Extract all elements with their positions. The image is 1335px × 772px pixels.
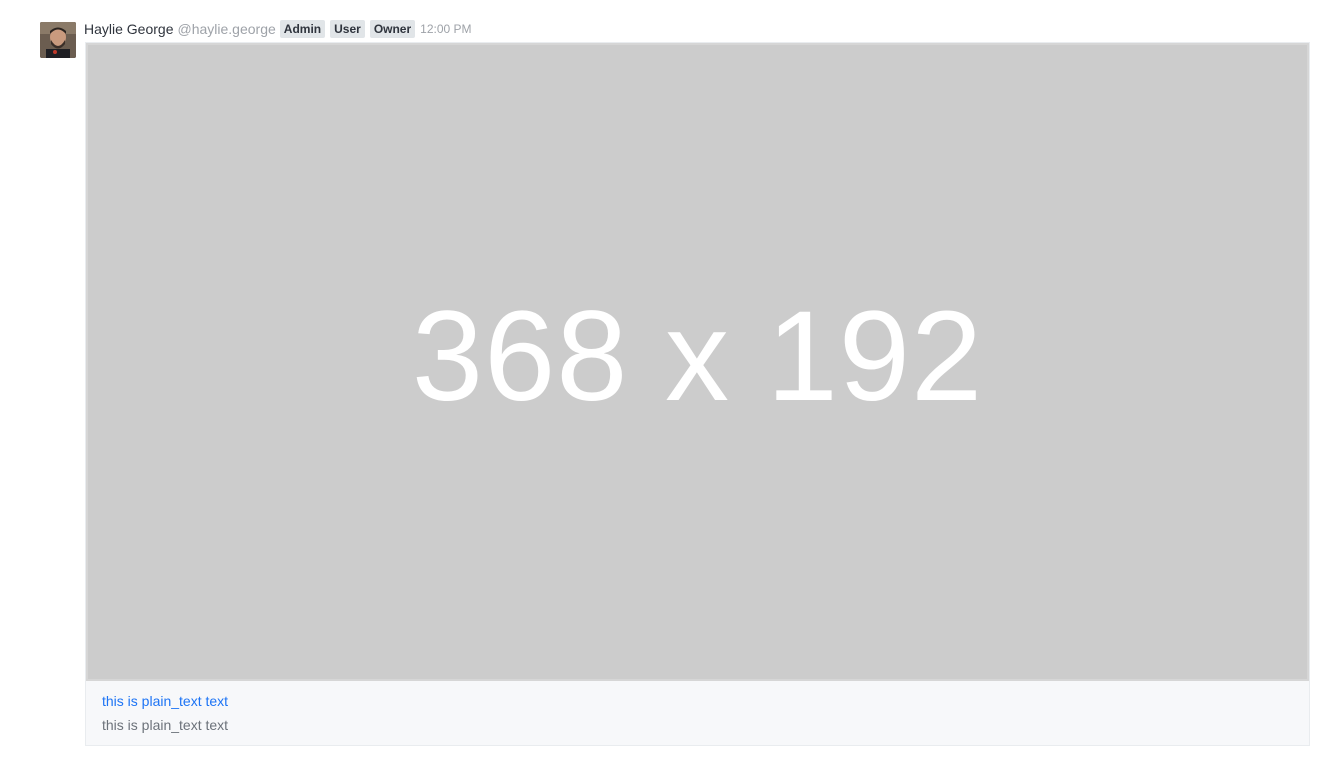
message-content: Haylie George @haylie.george Admin User … xyxy=(84,18,1311,746)
attachment-title-link[interactable]: this is plain_text text xyxy=(102,693,228,709)
message-attachment: 368 x 192 this is plain_text text this i… xyxy=(85,42,1310,746)
message-time: 12:00 PM xyxy=(420,22,472,36)
author-name[interactable]: Haylie George xyxy=(84,21,174,37)
avatar-image xyxy=(40,22,76,58)
attachment-image[interactable]: 368 x 192 xyxy=(86,43,1309,681)
message-header: Haylie George @haylie.george Admin User … xyxy=(84,18,1311,40)
image-placeholder-text: 368 x 192 xyxy=(411,285,984,428)
attachment-text: this is plain_text text xyxy=(102,717,229,733)
role-badge-admin: Admin xyxy=(279,20,326,38)
role-badge-user: User xyxy=(330,20,365,38)
author-username[interactable]: @haylie.george xyxy=(178,21,276,37)
avatar[interactable] xyxy=(40,22,76,58)
role-badge-owner: Owner xyxy=(369,20,416,38)
